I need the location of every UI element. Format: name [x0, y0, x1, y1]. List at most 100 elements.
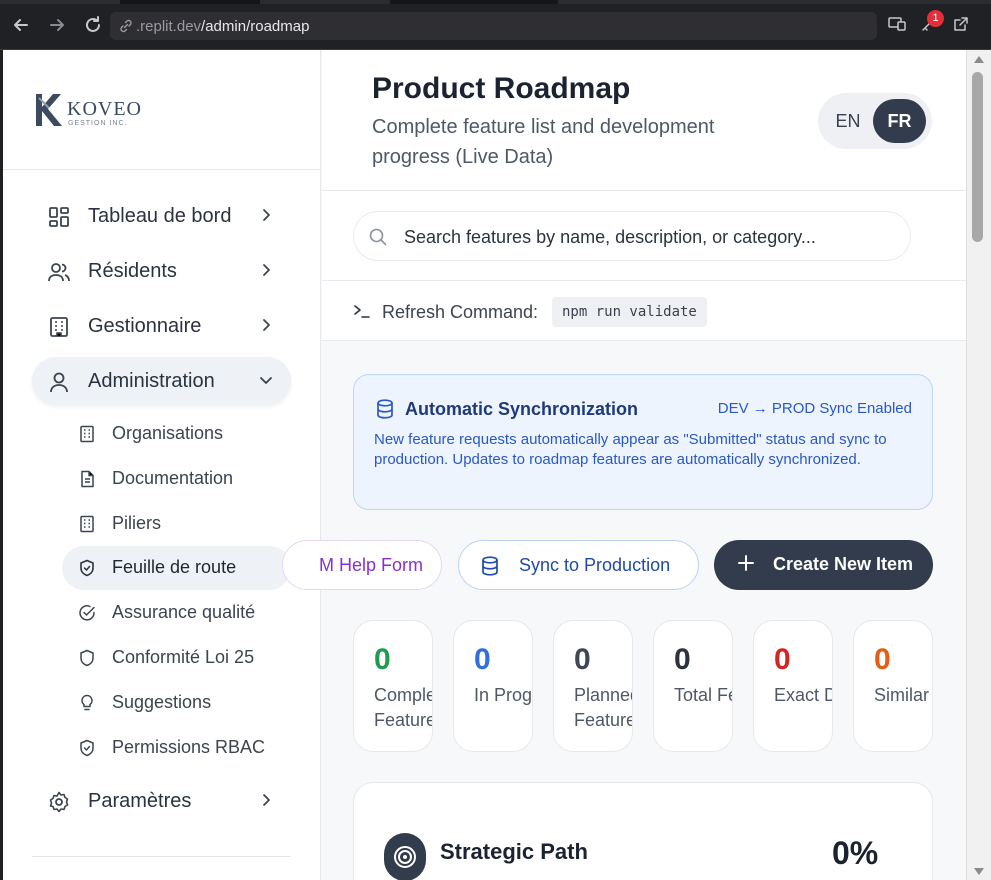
stat-label: Total Features — [674, 685, 732, 705]
sidebar-subitem-label: Permissions RBAC — [112, 737, 266, 757]
stat-value: 0 — [674, 643, 691, 676]
stat-value: 0 — [774, 643, 791, 676]
plus-icon — [734, 551, 758, 582]
sidebar-item-administration[interactable]: Administration — [32, 357, 291, 405]
stat-value: 0 — [374, 643, 391, 676]
chevron-right-icon — [258, 792, 274, 808]
user-icon — [48, 371, 70, 393]
sidebar-subitem-documentation[interactable]: Documentation — [62, 457, 291, 501]
language-fr-button[interactable]: FR — [873, 99, 926, 143]
language-en-button[interactable]: EN — [826, 99, 870, 143]
scroll-down-arrow-icon[interactable] — [974, 868, 984, 875]
sidebar-subitem-label: Documentation — [112, 468, 234, 488]
address-text: .replit.dev/admin/roadmap — [136, 18, 310, 35]
chevron-right-icon — [258, 207, 274, 223]
document-icon — [78, 470, 96, 488]
stat-card-complete: 0 Complete Features — [353, 620, 433, 752]
dashboard-icon — [48, 206, 70, 228]
gear-icon — [48, 791, 70, 813]
stat-label: Complete Features — [374, 685, 432, 730]
browser-toolbar: .replit.dev/admin/roadmap 1 — [0, 0, 991, 50]
sidebar-item-settings[interactable]: Paramètres — [32, 777, 291, 825]
page-title: Product Roadmap — [372, 72, 631, 105]
shield-check-icon — [78, 559, 96, 577]
language-toggle: EN FR — [818, 93, 932, 149]
stat-card-similar: 0 Similar Features — [853, 620, 933, 752]
users-icon — [48, 261, 70, 283]
building-icon — [48, 316, 70, 338]
sidebar-item-label: Paramètres — [88, 790, 192, 812]
database-icon — [374, 398, 396, 420]
sidebar-item-label: Gestionnaire — [88, 315, 202, 337]
sidebar-item-label: Tableau de bord — [88, 205, 232, 227]
search-section: Search features by name, description, or… — [322, 191, 966, 281]
browser-tab[interactable] — [390, 0, 558, 4]
logo-tagline: GESTION INC. — [68, 120, 128, 127]
logo[interactable]: KOVEO GESTION INC. — [33, 90, 143, 130]
sidebar: KOVEO GESTION INC. Tableau de bord Résid… — [3, 50, 321, 880]
sync-status: DEV → PROD Sync Enabled — [717, 400, 912, 417]
create-new-item-button[interactable]: Create New Item — [714, 540, 933, 590]
sync-to-production-label: Sync to Production — [519, 555, 671, 575]
stat-value: 0 — [874, 643, 891, 676]
search-input[interactable]: Search features by name, description, or… — [353, 211, 911, 261]
tab-strip — [0, 0, 991, 4]
stat-value: 0 — [574, 643, 591, 676]
refresh-command-bar: Refresh Command: npm run validate — [322, 281, 966, 341]
cast-icon[interactable] — [886, 14, 908, 36]
scrollbar-thumb[interactable] — [972, 72, 983, 242]
page-scrollbar[interactable] — [966, 50, 991, 880]
search-placeholder: Search features by name, description, or… — [404, 227, 816, 247]
back-arrow-icon[interactable] — [10, 14, 32, 36]
chevron-right-icon — [258, 317, 274, 333]
sidebar-subitem-label: Feuille de route — [112, 557, 237, 577]
page-header: Product Roadmap Complete feature list an… — [322, 50, 966, 191]
sync-info-card: Automatic Synchronization DEV → PROD Syn… — [353, 374, 933, 510]
sidebar-subitem-label: Assurance qualité — [112, 602, 256, 622]
sidebar-item-dashboard[interactable]: Tableau de bord — [32, 192, 291, 240]
shield-icon — [78, 649, 96, 667]
stat-label: Exact Duplicate — [774, 685, 832, 705]
external-link-icon[interactable] — [950, 14, 972, 36]
browser-tab[interactable] — [120, 0, 260, 4]
sidebar-subitem-law25[interactable]: Conformité Loi 25 — [62, 636, 291, 680]
search-icon — [368, 227, 388, 247]
main-content: Product Roadmap Complete feature list an… — [282, 50, 966, 880]
strategic-path-card[interactable]: Strategic Path 0% — [353, 782, 933, 880]
logo-name: KOVEO — [67, 98, 142, 120]
sidebar-subitem-roadmap[interactable]: Feuille de route — [62, 546, 291, 590]
page-subtitle: Complete feature list and development pr… — [372, 116, 715, 168]
forward-arrow-icon[interactable] — [46, 14, 68, 36]
sidebar-subitem-organisations[interactable]: Organisations — [62, 412, 291, 456]
database-icon — [479, 555, 501, 577]
target-icon — [384, 833, 426, 880]
sidebar-subitem-piliers[interactable]: Piliers — [62, 502, 291, 546]
divider — [3, 169, 321, 170]
create-new-item-label: Create New Item — [773, 554, 914, 574]
sidebar-subitem-label: Suggestions — [112, 692, 212, 712]
notification-badge: 1 — [927, 10, 944, 27]
help-form-button[interactable]: M Help Form — [282, 540, 442, 590]
sync-to-production-button[interactable]: Sync to Production — [458, 540, 699, 590]
stat-card-planned: 0 Planned Features — [553, 620, 633, 752]
sidebar-subitem-rbac[interactable]: Permissions RBAC — [62, 726, 291, 770]
building-icon — [78, 515, 96, 533]
sidebar-subitem-suggestions[interactable]: Suggestions — [62, 681, 291, 725]
app-root: KOVEO GESTION INC. Tableau de bord Résid… — [3, 50, 966, 880]
strategic-path-title: Strategic Path — [440, 839, 588, 864]
sidebar-item-manager[interactable]: Gestionnaire — [32, 302, 291, 350]
address-bar[interactable]: .replit.dev/admin/roadmap — [110, 12, 877, 40]
stat-card-in-progress: 0 In Progress — [453, 620, 533, 752]
reload-icon[interactable] — [82, 14, 104, 36]
stat-label: In Progress — [474, 685, 533, 705]
sidebar-subitem-quality[interactable]: Assurance qualité — [62, 591, 291, 635]
check-circle-icon — [78, 604, 96, 622]
refresh-command-label: Refresh Command: — [382, 302, 539, 322]
sidebar-subitem-label: Piliers — [112, 513, 162, 533]
stat-value: 0 — [474, 643, 491, 676]
sidebar-item-residents[interactable]: Résidents — [32, 247, 291, 295]
scroll-up-arrow-icon[interactable] — [974, 56, 984, 63]
logo-mark-icon — [33, 92, 65, 133]
refresh-command-code[interactable]: npm run validate — [552, 297, 707, 327]
strategic-path-percent: 0% — [832, 835, 879, 871]
